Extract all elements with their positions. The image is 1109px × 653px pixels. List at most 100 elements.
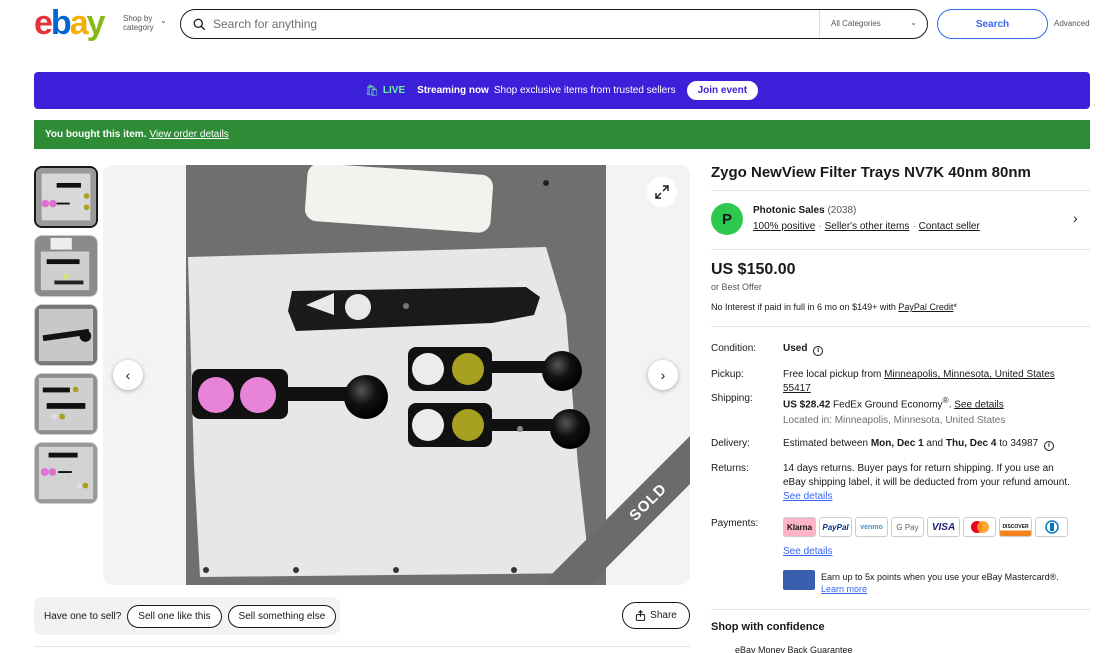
sell-something-else-button[interactable]: Sell something else [227,604,337,628]
thumbnail-1[interactable] [34,166,98,228]
delivery-start: Mon, Dec 1 [870,438,924,449]
klarna-icon: Klarna [783,517,816,537]
live-bag-icon: 🛍 [364,85,379,97]
logo-letter-y: y [86,4,106,42]
delivery-end: Thu, Dec 4 [945,438,997,449]
financing-info: No Interest if paid in full in 6 mo on $… [711,302,957,312]
search-bar: All Categories ⌄ [180,9,928,39]
delivery-zip: to 34987 [999,438,1039,449]
thumbnail-image [35,236,97,296]
sell-question: Have one to sell? [44,610,122,622]
separator: . [948,399,952,411]
returns-details-link[interactable]: See details [783,491,832,502]
sell-bar: Have one to sell? Sell one like this Sel… [34,597,340,635]
thumbnail-2[interactable] [34,235,98,297]
logo-letter-e: e [34,4,53,42]
payment-methods: Klarna PayPal venmo G Pay VISA DISCOVER [783,517,1071,537]
discover-icon: DISCOVER [999,517,1032,537]
thumbnail-image [35,374,97,434]
condition-value: Used i [783,342,1083,356]
financing-text: No Interest if paid in full in 6 mo on $… [711,302,896,312]
next-image-button[interactable]: › [648,360,678,390]
item-title: Zygo NewView Filter Trays NV7K 40nm 80nm [711,164,1031,181]
seller-info: Photonic Sales (2038) [753,205,856,216]
chevron-down-icon: ⌄ [160,16,167,25]
chevron-right-icon[interactable]: › [1073,210,1078,226]
shipping-value: US $28.42 FedEx Ground Economy®. See det… [783,393,1083,412]
purchase-notice-text: You bought this item. [45,129,147,140]
live-banner[interactable]: 🛍 LIVE Streaming now Shop exclusive item… [34,72,1090,109]
streaming-label: Streaming now [417,85,489,96]
info-icon[interactable]: i [813,346,824,356]
main-image-viewer[interactable]: ‹ › SOLD [103,165,690,585]
live-banner-text: Shop exclusive items from trusted seller… [493,85,676,96]
header: ebay Shop by category ⌄ All Categories ⌄… [0,0,1109,50]
payments-label: Payments: [711,518,759,529]
sell-one-like-this-button[interactable]: Sell one like this [127,604,222,628]
chevron-right-icon: › [660,367,666,383]
chevron-down-icon: ⌄ [910,18,917,27]
shop-with-confidence-heading: Shop with confidence [711,621,825,633]
pickup-prefix: Free local pickup from [783,369,882,380]
mastercard-icon [963,517,996,537]
seller-positive-link[interactable]: 100% positive [753,221,815,232]
ebay-logo[interactable]: ebay [34,4,106,42]
shop-by-label: Shop by category [123,14,154,32]
share-label: Share [650,610,677,621]
chevron-left-icon: ‹ [125,367,131,383]
expand-icon [655,185,669,199]
payments-details: See details [783,545,1083,559]
mastercard-promo-text: Earn up to 5x points when you use your e… [821,572,1059,582]
advanced-search-link[interactable]: Advanced [1054,19,1090,28]
seller-avatar[interactable]: P [711,203,743,235]
returns-text: 14 days returns. Buyer pays for return s… [783,463,1070,488]
live-label: LIVE [382,85,406,96]
delivery-value: Estimated between Mon, Dec 1 and Thu, De… [783,437,1083,451]
logo-letter-b: b [50,4,72,42]
divider [34,646,690,647]
located-in: Located in: Minneapolis, Minnesota, Unit… [783,414,1083,428]
thumbnail-image [36,168,96,226]
thumbnail-4[interactable] [34,373,98,435]
paypal-credit-link[interactable]: PayPal Credit [898,302,953,312]
learn-more-link[interactable]: Learn more [821,584,867,594]
previous-image-button[interactable]: ‹ [113,360,143,390]
info-icon[interactable]: i [1043,441,1054,451]
search-button[interactable]: Search [937,9,1048,39]
separator-dot: · [818,221,822,232]
join-event-button[interactable]: Join event [685,80,760,101]
venmo-icon: venmo [855,517,888,537]
share-icon [636,610,646,621]
best-offer-label: or Best Offer [711,282,762,292]
purchase-notice: You bought this item. View order details [34,120,1090,149]
mastercard-promo: Earn up to 5x points when you use your e… [821,571,1059,595]
seller-name[interactable]: Photonic Sales [753,205,825,216]
category-select[interactable]: All Categories ⌄ [819,10,927,37]
divider [711,326,1090,327]
search-icon [193,18,206,30]
shipping-label: Shipping: [711,393,753,404]
delivery-and: and [926,438,944,449]
google-pay-icon: G Pay [891,517,924,537]
condition-text: Used [783,343,808,354]
seller-links: 100% positive · Seller's other items · Conta… [753,221,980,232]
divider [711,249,1090,250]
seller-other-items-link[interactable]: Seller's other items [825,221,910,232]
thumbnail-3[interactable] [34,304,98,366]
search-input[interactable] [213,17,813,31]
shipping-price: US $28.42 [783,399,831,411]
item-price: US $150.00 [711,261,796,278]
view-order-details-link[interactable]: View order details [149,129,228,140]
contact-seller-link[interactable]: Contact seller [919,221,980,232]
shipping-details-link[interactable]: See details [954,399,1003,410]
separator-dot: · [912,221,916,232]
returns-value: 14 days returns. Buyer pays for return s… [783,462,1078,504]
thumbnail-5[interactable] [34,442,98,504]
shop-by-category[interactable]: Shop by category ⌄ [123,14,173,32]
share-button[interactable]: Share [622,602,690,629]
shipping-method: FedEx Ground Economy [833,399,943,411]
category-selected: All Categories [831,19,881,28]
expand-image-button[interactable] [647,177,677,207]
thumbnail-image [35,305,97,365]
payments-details-link[interactable]: See details [783,546,832,557]
